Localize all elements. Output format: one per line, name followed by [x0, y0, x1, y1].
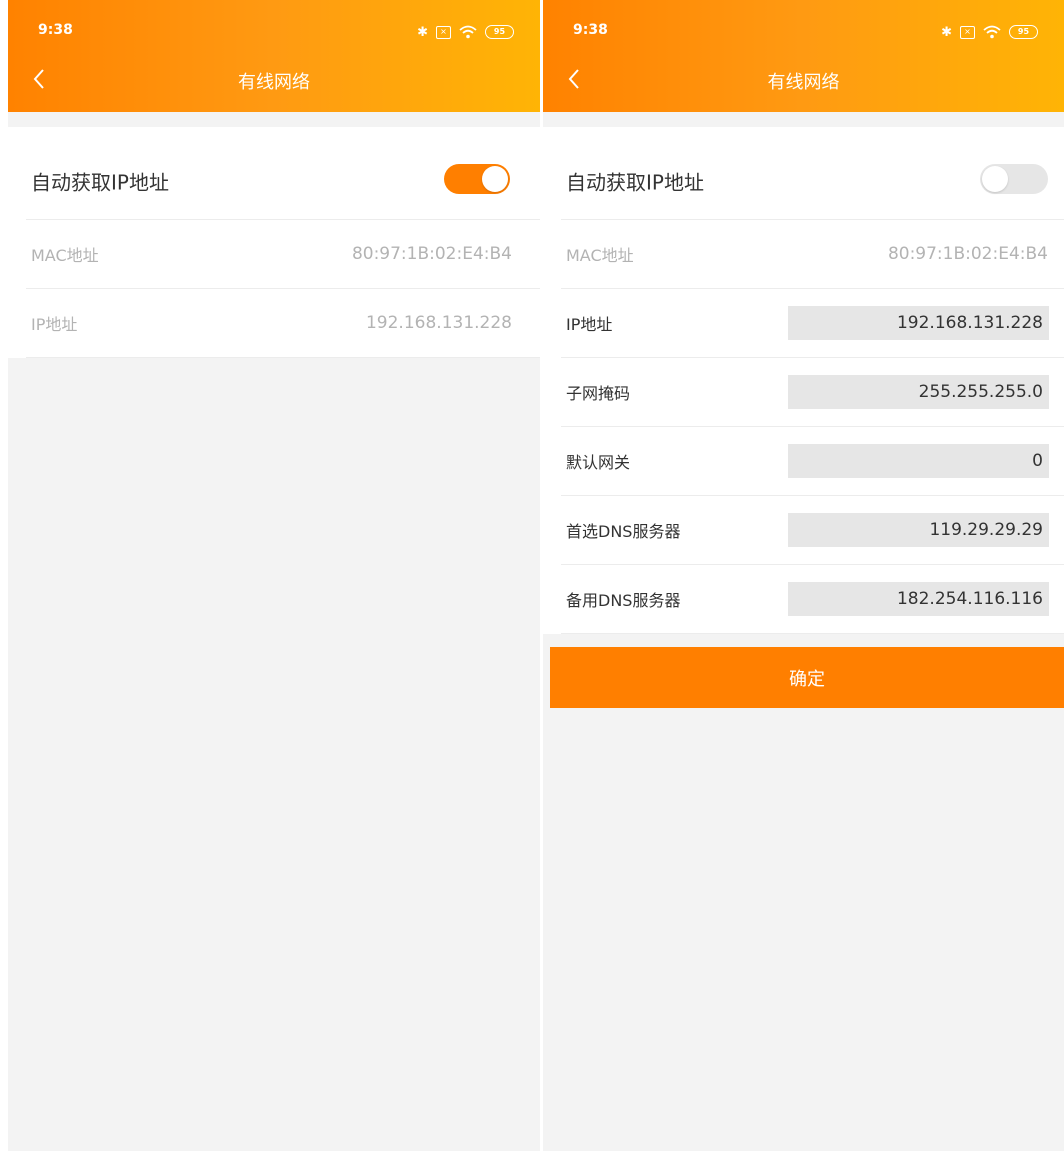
mac-row: MAC地址 80:97:1B:02:E4:B4: [561, 220, 1064, 289]
confirm-button[interactable]: 确定: [550, 647, 1064, 708]
bluetooth-icon: ✱: [417, 24, 428, 40]
auto-ip-toggle[interactable]: [980, 164, 1048, 194]
app-bar: 9:38 ✱ × 95 有线网络: [543, 0, 1064, 112]
status-icons: ✱ × 95: [941, 22, 1038, 42]
ip-label: IP地址: [31, 315, 78, 334]
ip-label: IP地址: [566, 315, 613, 334]
dns-primary-label: 首选DNS服务器: [566, 522, 681, 541]
screen-auto-ip-on: 9:38 ✱ × 95 有线网络 自动获取IP地址 MAC地址 80:97:1B…: [8, 0, 540, 1151]
mac-value: 80:97:1B:02:E4:B4: [887, 244, 1048, 264]
status-time: 9:38: [573, 22, 608, 38]
battery-icon: 95: [1009, 25, 1038, 39]
ip-row: IP地址: [561, 289, 1064, 358]
ip-value: 192.168.131.228: [365, 313, 512, 333]
status-icons: ✱ × 95: [417, 22, 514, 42]
dns-primary-row: 首选DNS服务器: [561, 496, 1064, 565]
battery-icon: 95: [485, 25, 514, 39]
sim-icon: ×: [436, 25, 451, 39]
mac-value: 80:97:1B:02:E4:B4: [351, 244, 512, 264]
page-title: 有线网络: [238, 72, 310, 93]
gateway-label: 默认网关: [566, 453, 631, 472]
dns-secondary-label: 备用DNS服务器: [566, 591, 681, 610]
ip-row: IP地址 192.168.131.228: [26, 289, 540, 358]
mac-label: MAC地址: [31, 246, 99, 265]
subnet-label: 子网掩码: [566, 384, 631, 403]
app-bar: 9:38 ✱ × 95 有线网络: [8, 0, 540, 112]
auto-ip-row: 自动获取IP地址: [561, 127, 1064, 220]
gateway-row: 默认网关: [561, 427, 1064, 496]
toggle-knob: [482, 166, 508, 192]
sim-icon: ×: [960, 25, 975, 39]
auto-ip-row: 自动获取IP地址: [26, 127, 540, 220]
subnet-input[interactable]: [788, 375, 1049, 409]
bluetooth-icon: ✱: [941, 24, 952, 40]
dns-secondary-row: 备用DNS服务器: [561, 565, 1064, 634]
settings-panel: 自动获取IP地址 MAC地址 80:97:1B:02:E4:B4 IP地址 19…: [8, 127, 540, 358]
mac-label: MAC地址: [566, 246, 634, 265]
auto-ip-label: 自动获取IP地址: [31, 170, 169, 195]
wifi-icon: [459, 25, 477, 39]
mac-row: MAC地址 80:97:1B:02:E4:B4: [26, 220, 540, 289]
gateway-input[interactable]: [788, 444, 1049, 478]
dns-secondary-input[interactable]: [788, 582, 1049, 616]
auto-ip-toggle[interactable]: [444, 164, 510, 194]
ip-input[interactable]: [788, 306, 1049, 340]
toggle-knob: [982, 166, 1008, 192]
status-time: 9:38: [38, 22, 73, 38]
subnet-row: 子网掩码: [561, 358, 1064, 427]
screen-auto-ip-off: 9:38 ✱ × 95 有线网络 自动获取IP地址 MAC地址 80:97:1B…: [543, 0, 1064, 1151]
page-title: 有线网络: [767, 72, 840, 93]
auto-ip-label: 自动获取IP地址: [566, 170, 704, 195]
wifi-icon: [983, 25, 1001, 39]
settings-panel: 自动获取IP地址 MAC地址 80:97:1B:02:E4:B4 IP地址 子网…: [543, 127, 1064, 634]
dns-primary-input[interactable]: [788, 513, 1049, 547]
